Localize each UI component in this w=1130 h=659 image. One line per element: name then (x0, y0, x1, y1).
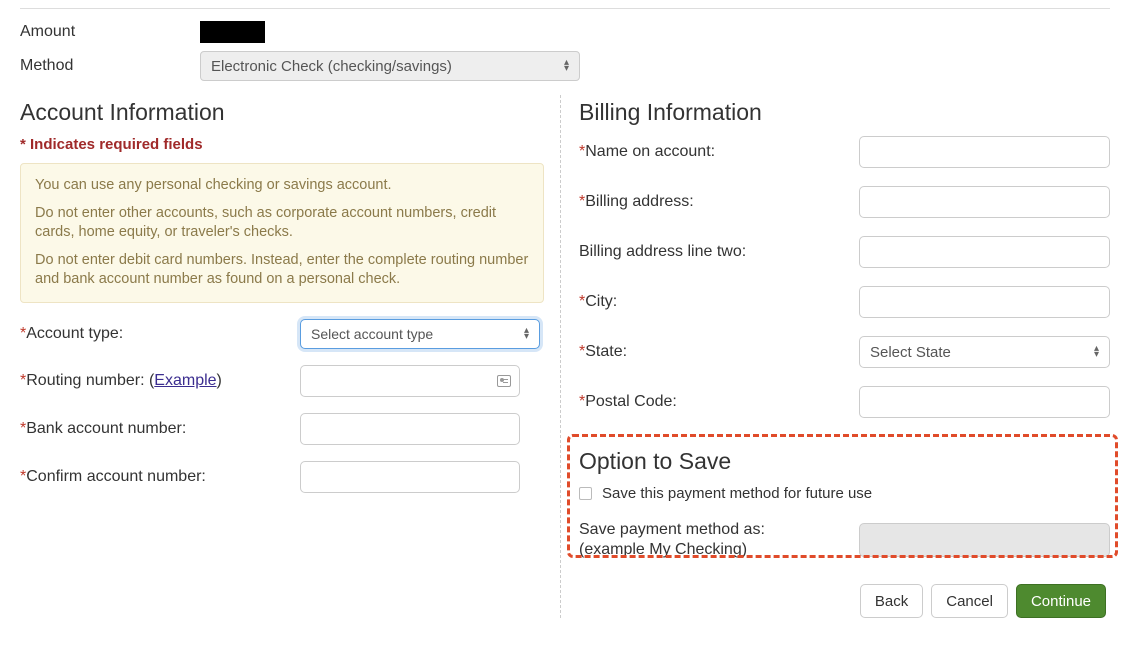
save-as-label: Save payment method as: (example My Chec… (579, 520, 859, 560)
required-fields-note: * Indicates required fields (20, 136, 544, 153)
billing-address-input[interactable] (859, 186, 1110, 218)
account-type-select-value: Select account type (311, 326, 433, 342)
save-payment-checkbox-label: Save this payment method for future use (602, 485, 872, 502)
state-select-value: Select State (870, 344, 951, 361)
method-select-value: Electronic Check (checking/savings) (211, 58, 452, 75)
state-label: *State: (579, 343, 859, 361)
amount-value-redacted (200, 21, 265, 43)
confirm-account-number-label: *Confirm account number: (20, 468, 300, 486)
info-line-2: Do not enter other accounts, such as cor… (35, 204, 529, 243)
billing-address2-input[interactable] (859, 236, 1110, 268)
confirm-account-number-input[interactable] (300, 461, 520, 493)
state-select[interactable]: Select State ▴▾ (859, 336, 1110, 368)
account-info-heading: Account Information (20, 99, 544, 126)
bank-account-number-label: *Bank account number: (20, 420, 300, 438)
save-payment-checkbox[interactable] (579, 487, 592, 500)
option-to-save-heading: Option to Save (579, 448, 1110, 475)
billing-address-label: *Billing address: (579, 193, 859, 211)
account-info-box: You can use any personal checking or sav… (20, 163, 544, 303)
back-button[interactable]: Back (860, 584, 923, 618)
billing-info-heading: Billing Information (579, 99, 1110, 126)
method-select[interactable]: Electronic Check (checking/savings) ▴▾ (200, 51, 580, 81)
account-type-select[interactable]: Select account type ▴▾ (300, 319, 540, 349)
billing-address2-label: Billing address line two: (579, 243, 859, 261)
amount-label: Amount (20, 23, 200, 41)
method-label: Method (20, 57, 200, 75)
account-type-label: *Account type: (20, 325, 300, 343)
chevron-updown-icon: ▴▾ (1094, 346, 1099, 358)
save-as-input (859, 523, 1110, 557)
bank-account-number-input[interactable] (300, 413, 520, 445)
chevron-updown-icon: ▴▾ (524, 328, 529, 340)
routing-number-input[interactable] (300, 365, 520, 397)
city-label: *City: (579, 293, 859, 311)
routing-example-link[interactable]: Example (154, 372, 216, 389)
info-line-3: Do not enter debit card numbers. Instead… (35, 251, 529, 290)
routing-number-label: *Routing number: (Example) (20, 372, 300, 390)
city-input[interactable] (859, 286, 1110, 318)
cancel-button[interactable]: Cancel (931, 584, 1008, 618)
continue-button[interactable]: Continue (1016, 584, 1106, 618)
name-on-account-label: *Name on account: (579, 143, 859, 161)
contact-card-icon (497, 375, 511, 387)
postal-code-input[interactable] (859, 386, 1110, 418)
postal-code-label: *Postal Code: (579, 393, 859, 411)
name-on-account-input[interactable] (859, 136, 1110, 168)
top-divider (20, 8, 1110, 9)
info-line-1: You can use any personal checking or sav… (35, 176, 529, 196)
chevron-updown-icon: ▴▾ (564, 60, 569, 72)
